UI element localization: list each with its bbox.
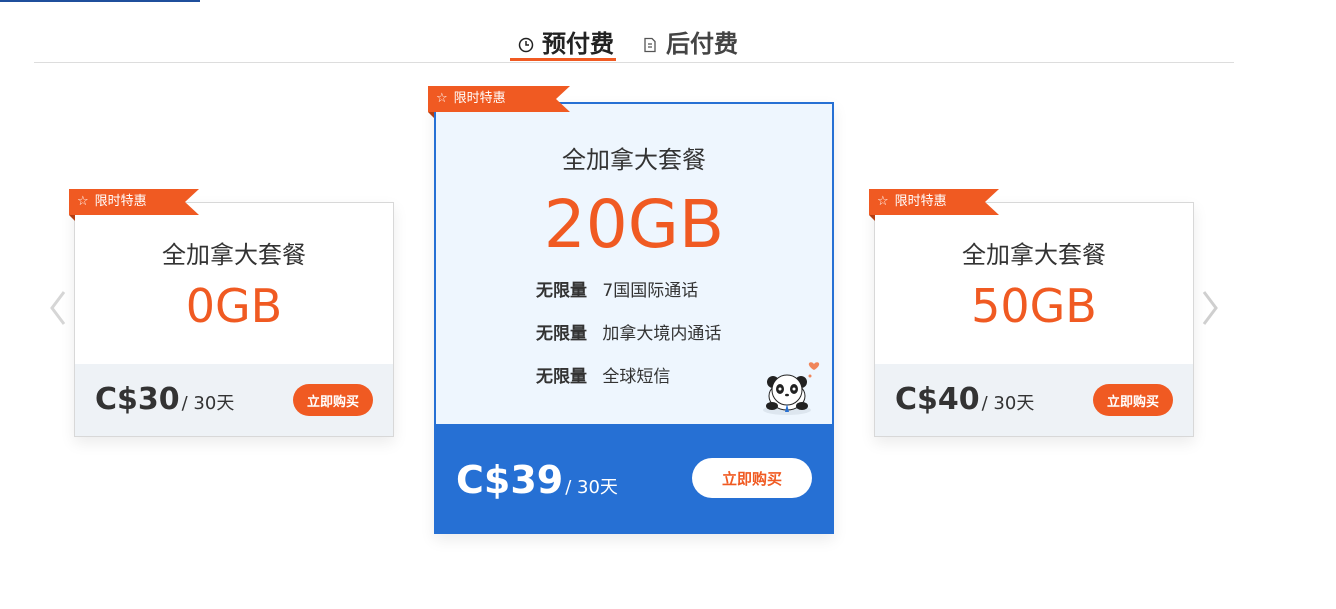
clock-icon — [518, 31, 534, 53]
carousel-next-arrow[interactable] — [1198, 288, 1222, 328]
feature-key: 无限量 — [536, 367, 587, 387]
plan-data-amount: 50GB — [971, 279, 1097, 333]
feature-item: 无限量 7国国际通话 — [536, 276, 721, 319]
promo-label: 限时特惠 — [94, 194, 147, 209]
plan-footer: C$39 / 30天 立即购买 — [434, 424, 834, 534]
feature-value: 加拿大境内通话 — [602, 324, 722, 344]
tab-label: 预付费 — [542, 30, 614, 58]
feature-item: 无限量 全球短信 — [536, 362, 721, 405]
plan-period: / 30天 — [981, 393, 1035, 414]
panda-mascot-icon — [754, 356, 824, 416]
chevron-left-icon — [50, 291, 66, 325]
plan-price: C$40 — [895, 382, 980, 417]
bill-icon — [642, 31, 658, 53]
plan-data-amount: 0GB — [185, 279, 283, 333]
plan-price: C$30 — [95, 382, 180, 417]
carousel-prev-arrow[interactable] — [46, 288, 70, 328]
feature-key: 无限量 — [536, 281, 587, 301]
price-block: C$30 / 30天 — [95, 382, 234, 417]
promo-ribbon: ☆ 限时特惠 — [428, 86, 570, 118]
promo-ribbon: ☆ 限时特惠 — [869, 189, 999, 221]
promo-label: 限时特惠 — [453, 91, 506, 106]
plan-data-amount: 20GB — [543, 186, 725, 263]
buy-now-button[interactable]: 立即购买 — [1093, 384, 1173, 416]
plan-price: C$39 — [456, 458, 564, 502]
featured-plan-card: ☆ 限时特惠 全加拿大套餐 20GB 无限量 7国国际通话 无限量 加拿大境内通… — [428, 86, 834, 534]
price-block: C$40 / 30天 — [895, 382, 1034, 417]
feature-key: 无限量 — [536, 324, 587, 344]
promo-label: 限时特惠 — [894, 194, 947, 209]
feature-item: 无限量 加拿大境内通话 — [536, 319, 721, 362]
promo-ribbon: ☆ 限时特惠 — [69, 189, 199, 221]
plan-card: ☆ 限时特惠 全加拿大套餐 0GB C$30 / 30天 立即购买 — [69, 189, 394, 437]
feature-list: 无限量 7国国际通话 无限量 加拿大境内通话 无限量 全球短信 — [536, 276, 721, 405]
plan-period: / 30天 — [565, 477, 618, 498]
star-icon: ☆ — [877, 194, 889, 209]
chevron-right-icon — [1202, 291, 1218, 325]
tab-postpaid[interactable]: 后付费 — [642, 24, 738, 60]
plan-card: ☆ 限时特惠 全加拿大套餐 50GB C$40 / 30天 立即购买 — [869, 189, 1194, 437]
price-block: C$39 / 30天 — [456, 458, 618, 502]
plan-footer: C$40 / 30天 立即购买 — [875, 364, 1193, 436]
star-icon: ☆ — [436, 91, 448, 106]
plan-name: 全加拿大套餐 — [562, 146, 706, 174]
feature-value: 7国国际通话 — [602, 281, 699, 301]
tab-label: 后付费 — [666, 30, 738, 58]
plan-name: 全加拿大套餐 — [962, 241, 1106, 269]
star-icon: ☆ — [77, 194, 89, 209]
payment-tabs: 预付费 后付费 — [34, 0, 1234, 63]
buy-now-button[interactable]: 立即购买 — [293, 384, 373, 416]
plan-footer: C$30 / 30天 立即购买 — [75, 364, 393, 436]
plan-period: / 30天 — [181, 393, 235, 414]
feature-value: 全球短信 — [602, 367, 671, 387]
buy-now-button[interactable]: 立即购买 — [692, 458, 812, 498]
plan-name: 全加拿大套餐 — [162, 241, 306, 269]
tab-prepaid[interactable]: 预付费 — [510, 24, 616, 61]
